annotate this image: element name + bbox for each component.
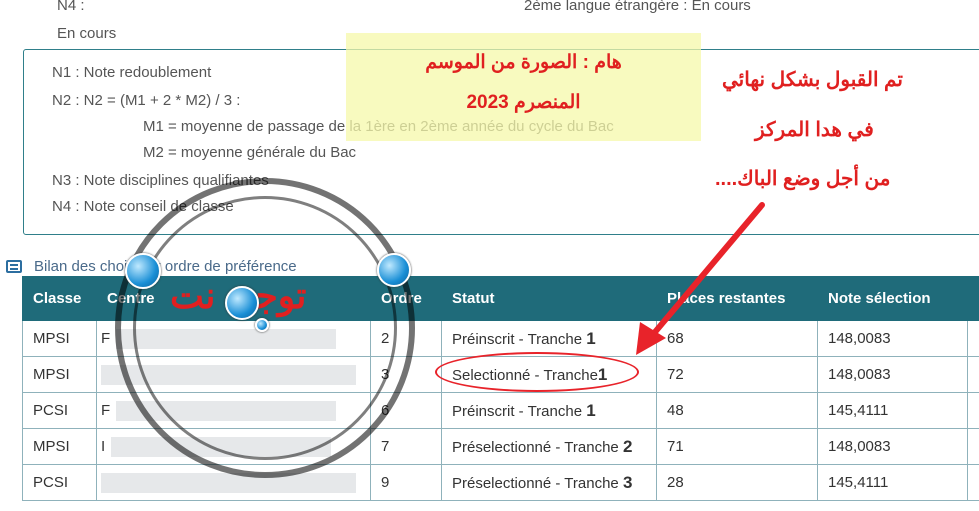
cell-classe: MPSI: [22, 428, 97, 465]
legend-line-n4: N4 : Note conseil de classe: [52, 198, 234, 215]
cell-centre: F: [96, 320, 371, 357]
cell-ordre: 7: [370, 428, 442, 465]
cell-places: 72: [656, 356, 818, 393]
cell-classe: PCSI: [22, 464, 97, 501]
tranche-number: 3: [622, 472, 633, 492]
statut-text: Préselectionné - Tranche: [452, 474, 619, 492]
tranche-number: 2: [622, 436, 633, 456]
cell-ordre: 9: [370, 464, 442, 501]
cell-extra: [967, 428, 979, 465]
cell-statut: Préinscrit - Tranche 1: [441, 392, 657, 429]
header-centre: Centre: [96, 276, 371, 321]
statut-text: Préinscrit - Tranche: [452, 330, 583, 348]
cell-statut: Préinscrit - Tranche 1: [441, 320, 657, 357]
legend-line-n2: N2 : N2 = (M1 + 2 * M2) / 3 :: [52, 92, 241, 109]
section-title-text: Bilan des choix par ordre de préférence: [34, 258, 297, 275]
redacted-block: [111, 436, 332, 457]
cell-centre: [96, 464, 371, 501]
cell-centre: I: [96, 428, 371, 465]
redacted-block: [101, 364, 356, 385]
cell-ordre: 6: [370, 392, 442, 429]
redacted-block: [101, 472, 356, 493]
cell-places: 48: [656, 392, 818, 429]
section-title: Bilan des choix par ordre de préférence: [6, 258, 297, 275]
header-places: Places restantes: [656, 276, 818, 321]
table-row: MPSI I 7 Préselectionné - Tranche 2 71 1…: [22, 428, 979, 465]
table-row: MPSI F 2 Préinscrit - Tranche 1 68 148,0…: [22, 320, 979, 357]
cell-places: 68: [656, 320, 818, 357]
cell-ordre: 2: [370, 320, 442, 357]
cell-extra: [967, 464, 979, 501]
redacted-block: [116, 400, 337, 421]
statut-text: Préselectionné - Tranche: [452, 438, 619, 456]
header-classe: Classe: [22, 276, 97, 321]
cell-ordre: 3: [370, 356, 442, 393]
cell-classe: MPSI: [22, 320, 97, 357]
centre-initial: F: [101, 329, 111, 347]
top-lang-status: 2ème langue étrangère : En cours: [524, 0, 751, 14]
notice-line-1: هام : الصورة من الموسم: [425, 52, 622, 73]
legend-line-n1: N1 : Note redoublement: [52, 64, 212, 81]
cell-places: 71: [656, 428, 818, 465]
annotation-line-3: من أجل وضع الباك....: [715, 168, 891, 190]
annotation-line-1: تم القبول بشكل نهائي: [722, 69, 903, 91]
cell-note: 145,4111: [817, 392, 968, 429]
table-row: PCSI 9 Préselectionné - Tranche 3 28 145…: [22, 464, 979, 501]
header-ordre: Ordre: [370, 276, 442, 321]
redacted-block: [116, 328, 337, 349]
statut-text: Préinscrit - Tranche: [452, 402, 583, 420]
cell-note: 145,4111: [817, 464, 968, 501]
cell-note: 148,0083: [817, 320, 968, 357]
cell-extra: [967, 356, 979, 393]
legend-line-m2: M2 = moyenne générale du Bac: [143, 144, 357, 161]
highlight-ellipse: [435, 352, 639, 392]
table-row: PCSI F 6 Préinscrit - Tranche 1 48 145,4…: [22, 392, 979, 429]
header-extra: [967, 276, 979, 321]
top-n4-label: N4 :: [57, 0, 85, 14]
annotation-line-2: في هدا المركز: [755, 119, 874, 141]
cell-centre: [96, 356, 371, 393]
legend-line-n3: N3 : Note disciplines qualifiantes: [52, 172, 269, 189]
header-statut: Statut: [441, 276, 657, 321]
cell-statut: Préselectionné - Tranche 2: [441, 428, 657, 465]
notice-banner: هام : الصورة من الموسم المنصرم 2023: [346, 33, 701, 141]
cell-extra: [967, 320, 979, 357]
cell-classe: MPSI: [22, 356, 97, 393]
cell-extra: [967, 392, 979, 429]
header-note: Note sélection: [817, 276, 968, 321]
tranche-number: 1: [586, 400, 596, 420]
cell-classe: PCSI: [22, 392, 97, 429]
tranche-number: 1: [586, 328, 596, 348]
en-cours-status: En cours: [57, 25, 117, 42]
cell-places: 28: [656, 464, 818, 501]
list-icon: [6, 260, 22, 273]
cell-centre: F: [96, 392, 371, 429]
centre-initial: F: [101, 401, 111, 419]
cell-statut: Préselectionné - Tranche 3: [441, 464, 657, 501]
table-header-row: Classe Centre Ordre Statut Places restan…: [22, 276, 979, 321]
notice-line-2: المنصرم 2023: [466, 92, 581, 113]
cell-note: 148,0083: [817, 356, 968, 393]
centre-initial: I: [101, 437, 106, 455]
cell-note: 148,0083: [817, 428, 968, 465]
